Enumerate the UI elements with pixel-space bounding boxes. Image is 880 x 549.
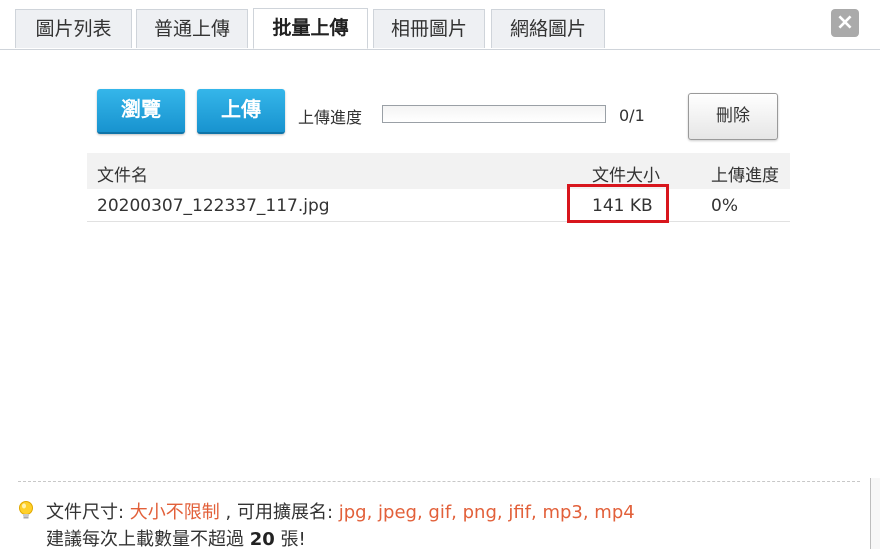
footer-file-info: 文件尺寸: 大小不限制 , 可用擴展名: jpg, jpeg, gif, png… (46, 498, 635, 524)
progress-count: 0/1 (619, 106, 645, 125)
browse-button[interactable]: 瀏覽 (97, 89, 185, 134)
column-header-filesize: 文件大小 (592, 166, 660, 186)
tab-normal-upload[interactable]: 普通上傳 (136, 9, 248, 48)
tab-bar: 圖片列表 普通上傳 批量上傳 相冊圖片 網絡圖片 (0, 0, 880, 50)
file-progress: 0% (711, 196, 738, 216)
upload-progress-bar (382, 105, 606, 123)
upload-button[interactable]: 上傳 (197, 89, 285, 134)
tab-network-images[interactable]: 網絡圖片 (491, 9, 605, 48)
lightbulb-icon (19, 501, 33, 519)
footer-upload-limit: 建議每次上載數量不超過 20 張! (46, 525, 306, 549)
upload-limit-prefix: 建議每次上載數量不超過 (46, 529, 250, 549)
footer-divider (18, 481, 860, 482)
column-header-filename: 文件名 (97, 166, 148, 186)
upload-limit-value: 20 (249, 529, 275, 549)
tab-album-images[interactable]: 相冊圖片 (373, 9, 485, 48)
extensions-label: , 可用擴展名: (219, 502, 339, 523)
progress-label: 上傳進度 (298, 108, 363, 127)
column-header-progress: 上傳進度 (711, 166, 779, 186)
file-name: 20200307_122337_117.jpg (97, 196, 330, 216)
scrollbar-edge (870, 478, 880, 549)
close-icon[interactable]: × (831, 9, 859, 37)
tab-image-list[interactable]: 圖片列表 (15, 9, 132, 48)
file-size-highlight (567, 184, 669, 223)
table-row[interactable]: 20200307_122337_117.jpg 141 KB 0% (87, 190, 790, 222)
batch-upload-dialog: 圖片列表 普通上傳 批量上傳 相冊圖片 網絡圖片 × 瀏覽 上傳 上傳進度 0/… (0, 0, 880, 549)
delete-button[interactable]: 刪除 (688, 93, 778, 140)
extensions-value: jpg, jpeg, gif, png, jfif, mp3, mp4 (338, 502, 635, 523)
tab-batch-upload[interactable]: 批量上傳 (253, 8, 368, 49)
file-table-header: 文件名 文件大小 上傳進度 (87, 153, 790, 189)
size-limit-label: 文件尺寸: (46, 502, 130, 523)
size-limit-value: 大小不限制 (129, 502, 220, 523)
upload-limit-suffix: 張! (274, 529, 306, 549)
